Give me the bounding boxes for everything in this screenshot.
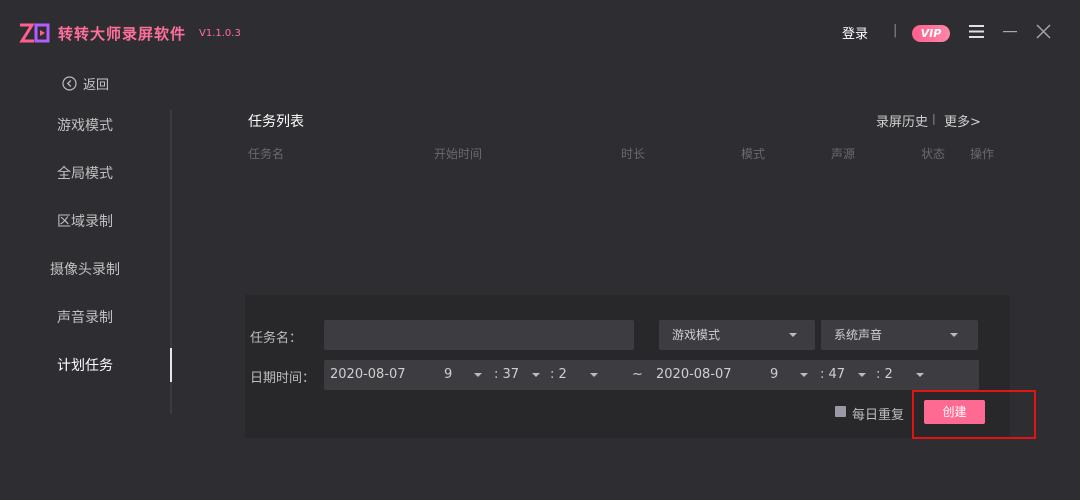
start-second[interactable]: : 2 — [550, 367, 567, 382]
daily-repeat-label[interactable]: 每日重复 — [852, 404, 904, 423]
column-header-duration: 时长 — [621, 147, 646, 161]
more-link[interactable]: 更多> — [944, 111, 981, 130]
sidebar-item-camera-record[interactable]: 摄像头录制 — [30, 259, 140, 279]
task-name-label: 任务名： — [250, 331, 303, 346]
minimize-icon[interactable] — [1003, 24, 1017, 39]
sidebar-item-fullscreen-mode[interactable]: 全局模式 — [30, 163, 140, 183]
chevron-down-icon[interactable] — [800, 373, 808, 377]
end-second[interactable]: : 2 — [876, 367, 893, 382]
audio-source-select[interactable]: 系统声音 — [821, 320, 978, 350]
menu-icon[interactable] — [969, 24, 984, 39]
back-arrow-icon — [62, 76, 77, 91]
app-version: V1.1.0.3 — [199, 28, 241, 39]
vip-badge[interactable]: VIP — [912, 25, 950, 42]
range-tilde: ~ — [632, 367, 643, 382]
task-list-title: 任务列表 — [248, 114, 304, 130]
daily-repeat-checkbox[interactable] — [835, 406, 846, 417]
history-separator: | — [932, 112, 936, 125]
record-history-link[interactable]: 录屏历史 — [876, 111, 928, 130]
end-minute[interactable]: : 47 — [820, 367, 845, 382]
chevron-down-icon — [789, 333, 797, 337]
column-header-task-name: 任务名 — [248, 147, 285, 161]
datetime-label: 日期时间： — [250, 371, 316, 386]
app-title: 转转大师录屏软件 — [58, 25, 187, 43]
column-header-mode: 模式 — [741, 147, 766, 161]
chevron-down-icon[interactable] — [532, 373, 540, 377]
sidebar-item-scheduled-task[interactable]: 计划任务 — [30, 355, 140, 375]
mode-select[interactable]: 游戏模式 — [659, 320, 815, 350]
logo-icon — [19, 23, 50, 43]
start-minute[interactable]: : 37 — [494, 367, 519, 382]
chevron-down-icon[interactable] — [474, 373, 482, 377]
sidebar-item-audio-record[interactable]: 声音录制 — [30, 307, 140, 327]
column-header-start-time: 开始时间 — [434, 147, 483, 161]
back-button[interactable]: 返回 — [62, 74, 109, 93]
title-separator: | — [893, 23, 898, 38]
chevron-down-icon[interactable] — [590, 373, 598, 377]
column-header-actions: 操作 — [970, 147, 995, 161]
column-header-audio-source: 声源 — [831, 147, 856, 161]
column-header-status: 状态 — [921, 147, 946, 161]
start-date[interactable]: 2020-08-07 — [330, 367, 406, 382]
close-icon[interactable] — [1036, 24, 1051, 39]
sidebar-item-game-mode[interactable]: 游戏模式 — [30, 115, 140, 135]
chevron-down-icon[interactable] — [916, 373, 924, 377]
start-hour[interactable]: 9 — [444, 367, 452, 382]
highlight-annotation-box — [912, 390, 1036, 439]
back-label: 返回 — [83, 78, 110, 93]
chevron-down-icon[interactable] — [858, 373, 866, 377]
task-name-input[interactable] — [324, 320, 634, 350]
audio-source-select-value: 系统声音 — [834, 328, 883, 342]
login-link[interactable]: 登录 — [842, 23, 868, 42]
end-date[interactable]: 2020-08-07 — [656, 367, 732, 382]
sidebar-active-indicator — [170, 348, 172, 382]
end-hour[interactable]: 9 — [770, 367, 778, 382]
mode-select-value: 游戏模式 — [672, 328, 721, 342]
sidebar-item-region-record[interactable]: 区域录制 — [30, 211, 140, 231]
chevron-down-icon — [950, 333, 958, 337]
